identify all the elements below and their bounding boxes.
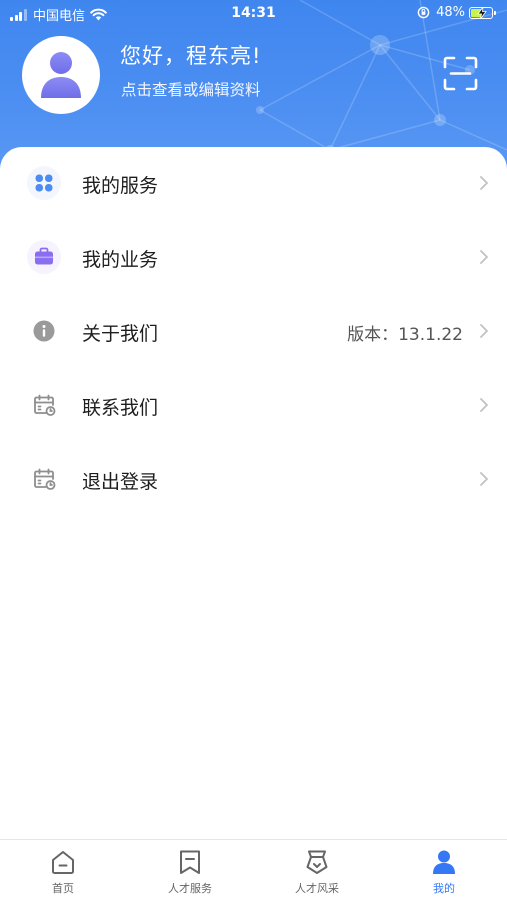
- menu-item-label: 退出登录: [82, 471, 159, 493]
- grid-icon: [26, 165, 62, 201]
- avatar[interactable]: [22, 36, 100, 114]
- calendar-clock-icon: [26, 387, 62, 423]
- bookmark-icon: [180, 850, 200, 874]
- person-icon: [433, 850, 455, 874]
- greeting-text[interactable]: 您好，程东亮!: [120, 40, 261, 70]
- status-bar: 中国电信 14:31 48%: [0, 0, 507, 28]
- chevron-right-icon: [480, 398, 488, 412]
- tab-label: 我的: [433, 882, 455, 895]
- menu-item-my-services[interactable]: 我的服务: [0, 147, 507, 219]
- battery-percent: 48%: [436, 5, 465, 20]
- menu-item-my-business[interactable]: 我的业务: [0, 221, 507, 293]
- chevron-right-icon: [480, 472, 488, 486]
- tab-label: 首页: [52, 882, 74, 895]
- scan-icon[interactable]: [443, 56, 478, 91]
- home-icon: [52, 851, 74, 874]
- battery-icon: [469, 6, 496, 19]
- tab-talent-services[interactable]: 人才服务: [127, 840, 253, 900]
- tab-mine[interactable]: 我的: [381, 840, 507, 900]
- app-version: 版本：13.1.22: [347, 325, 463, 345]
- tab-home[interactable]: 首页: [0, 840, 126, 900]
- menu-panel: 我的服务 我的业务 关于我们 版本：13.1.22 联系我们 退出登录: [0, 147, 507, 839]
- menu-item-contact-us[interactable]: 联系我们: [0, 369, 507, 441]
- chevron-right-icon: [480, 250, 488, 264]
- edit-profile-hint[interactable]: 点击查看或编辑资料: [121, 78, 261, 100]
- chevron-right-icon: [480, 176, 488, 190]
- badge-icon: [306, 850, 328, 874]
- orientation-lock-icon: [417, 6, 430, 19]
- menu-item-logout[interactable]: 退出登录: [0, 443, 507, 515]
- chevron-right-icon: [480, 324, 488, 338]
- menu-item-label: 我的服务: [82, 175, 159, 197]
- info-icon: [26, 313, 62, 349]
- menu-item-label: 联系我们: [82, 397, 159, 419]
- bottom-tab-bar: 首页 人才服务 人才风采 我的: [0, 839, 507, 900]
- briefcase-icon: [26, 239, 62, 275]
- tab-label: 人才服务: [168, 882, 212, 895]
- tab-label: 人才风采: [295, 882, 339, 895]
- tab-talent-showcase[interactable]: 人才风采: [254, 840, 380, 900]
- menu-item-about-us[interactable]: 关于我们 版本：13.1.22: [0, 295, 507, 367]
- menu-item-label: 关于我们: [82, 323, 159, 345]
- menu-item-label: 我的业务: [82, 249, 159, 271]
- user-avatar-icon: [41, 52, 81, 98]
- calendar-clock-icon: [26, 461, 62, 497]
